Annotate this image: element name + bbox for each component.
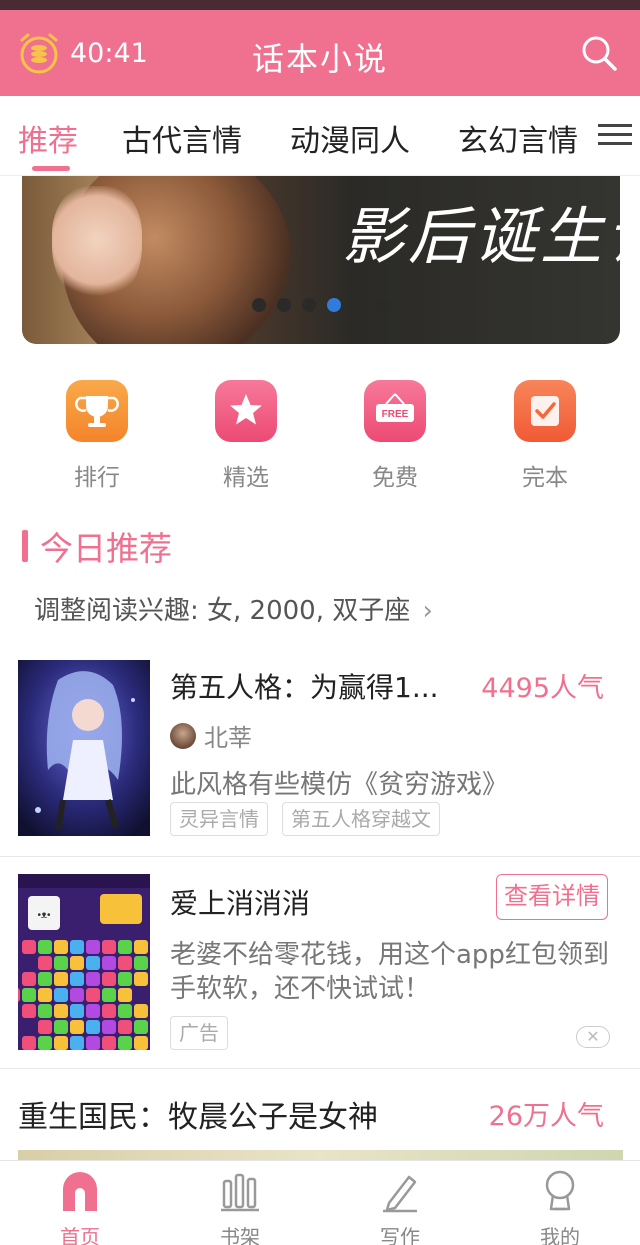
menu-icon[interactable] — [598, 118, 632, 152]
nav-write[interactable]: 写作 — [340, 1169, 460, 1245]
svg-text:FREE: FREE — [382, 409, 409, 420]
ad-cover: •ᴥ• — [18, 874, 150, 1050]
interest-text: 调整阅读兴趣: 女, 2000, 双子座 — [34, 596, 411, 626]
book-cover — [18, 660, 150, 836]
book-title[interactable]: 重生国民：牧晨公子是女神 — [18, 1092, 378, 1136]
checkmark-icon — [514, 380, 576, 442]
nav-bookshelf[interactable]: 书架 — [180, 1169, 300, 1245]
adjust-interest-link[interactable]: 调整阅读兴趣: 女, 2000, 双子座 › — [34, 590, 433, 627]
quick-link-completed[interactable]: 完本 — [490, 380, 600, 492]
carousel-dot[interactable] — [302, 298, 316, 312]
star-icon — [215, 380, 277, 442]
nav-profile[interactable]: 我的 — [500, 1169, 620, 1245]
free-sign-icon: FREE — [364, 380, 426, 442]
carousel-dot-active[interactable] — [327, 298, 341, 312]
home-icon — [63, 1172, 97, 1211]
carousel-dot[interactable] — [352, 298, 366, 312]
quick-link-featured[interactable]: 精选 — [191, 380, 301, 492]
quick-link-label: 免费 — [372, 465, 418, 491]
active-tab-indicator — [32, 166, 70, 171]
ad-item[interactable]: •ᴥ• 爱上消消消 查看详情 老婆不给零花钱，用这个app红包领到手软软，还不快… — [0, 874, 640, 1050]
banner-title: 影后诞生记 — [342, 200, 620, 273]
view-details-button[interactable]: 查看详情 — [496, 874, 608, 920]
ad-label: 广告 — [170, 1016, 228, 1050]
section-title: 今日推荐 — [40, 529, 172, 568]
quick-links: 排行 精选 FREE 免费 完本 — [0, 380, 640, 492]
nav-home[interactable]: 首页 — [20, 1169, 140, 1245]
book-tag[interactable]: 灵异言情 — [170, 802, 268, 836]
book-description: 此风格有些模仿《贫穷游戏》 — [170, 770, 509, 800]
tab-fantasy-romance[interactable]: 玄幻言情 — [458, 116, 578, 160]
top-bar: 40:41 话本小说 — [0, 10, 640, 96]
ad-description: 老婆不给零花钱，用这个app红包领到手软软，还不快试试！ — [170, 940, 609, 1004]
book-item[interactable]: 第五人格：为赢得1... 4495人气 北莘 此风格有些模仿《贫穷游戏》 灵异言… — [0, 660, 640, 856]
carousel-dot[interactable] — [277, 298, 291, 312]
quick-link-free[interactable]: FREE 免费 — [340, 380, 450, 492]
section-header: 今日推荐 — [22, 522, 172, 570]
carousel-dot[interactable] — [252, 298, 266, 312]
carousel-dots — [252, 298, 402, 312]
trophy-icon — [66, 380, 128, 442]
quick-link-label: 精选 — [223, 465, 269, 491]
app-title: 话本小说 — [251, 40, 388, 78]
author-name: 北莘 — [204, 724, 252, 752]
tab-ancient-romance[interactable]: 古代言情 — [122, 116, 242, 160]
author-row: 北莘 — [170, 718, 252, 753]
book-title: 第五人格：为赢得1... — [170, 671, 439, 704]
pencil-icon — [383, 1175, 417, 1213]
category-tabs: 推荐 古代言情 动漫同人 玄幻言情 — [0, 96, 640, 176]
search-icon[interactable] — [580, 34, 618, 72]
avatar — [170, 722, 196, 749]
book-popularity: 4495人气 — [481, 673, 604, 704]
nav-label: 首页 — [60, 1225, 100, 1245]
profile-icon — [545, 1170, 575, 1211]
section-accent-bar — [22, 530, 28, 562]
close-ad-icon[interactable]: ✕ — [576, 1026, 610, 1048]
divider — [0, 1068, 640, 1069]
divider — [0, 856, 640, 857]
bottom-nav: 首页 书架 写作 我的 — [0, 1160, 640, 1245]
status-bar — [0, 0, 640, 10]
banner-figure-face — [52, 186, 142, 306]
nav-label: 写作 — [380, 1225, 420, 1245]
svg-text:•ᴥ•: •ᴥ• — [37, 910, 51, 921]
book-cover-peek — [18, 1150, 623, 1160]
nav-label: 书架 — [220, 1225, 260, 1245]
carousel-dot[interactable] — [377, 298, 391, 312]
nav-label: 我的 — [540, 1225, 580, 1245]
tab-anime-fanfic[interactable]: 动漫同人 — [290, 116, 410, 160]
book-tag[interactable]: 第五人格穿越文 — [282, 802, 440, 836]
book-popularity: 26万人气 — [488, 1101, 604, 1132]
quick-link-ranking[interactable]: 排行 — [42, 380, 152, 492]
banner-carousel[interactable]: 影后诞生记 — [22, 176, 620, 344]
chevron-right-icon: › — [422, 596, 433, 626]
quick-link-label: 排行 — [74, 465, 120, 491]
quick-link-label: 完本 — [522, 465, 568, 491]
tab-recommend[interactable]: 推荐 — [18, 116, 78, 160]
ad-title: 爱上消消消 — [170, 887, 311, 920]
bookshelf-icon — [221, 1173, 259, 1212]
